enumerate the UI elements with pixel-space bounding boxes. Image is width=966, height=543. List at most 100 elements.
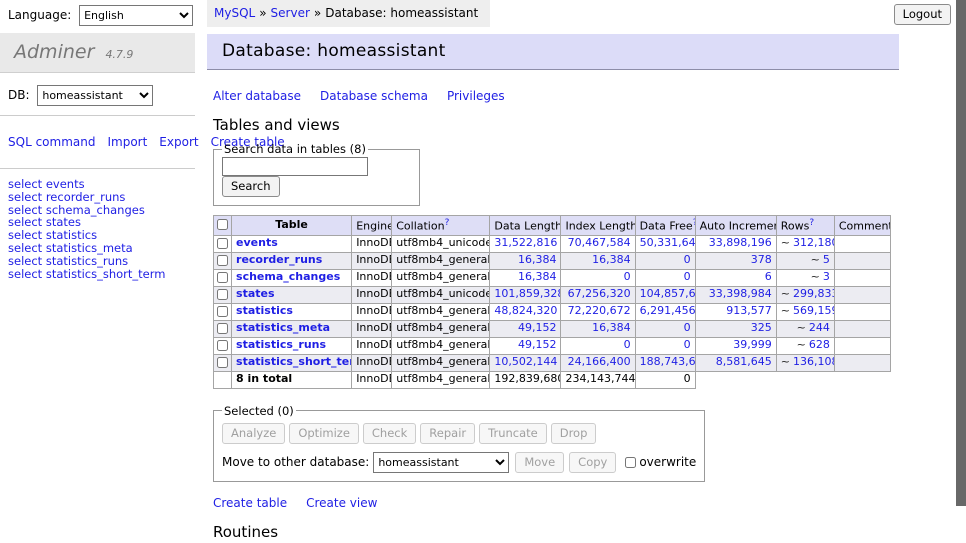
table-name-link[interactable]: states	[236, 287, 275, 300]
data-length-link[interactable]: 31,522,816	[494, 236, 557, 249]
index-length-link[interactable]: 70,467,584	[568, 236, 631, 249]
sidebar-action-export[interactable]: Export	[159, 135, 198, 149]
data-free-link[interactable]: 104,857,600	[640, 287, 696, 300]
row-checkbox[interactable]	[217, 255, 228, 266]
footer-link-create-table[interactable]: Create table	[213, 496, 287, 510]
rows-link[interactable]: 299,833	[793, 287, 834, 300]
db-link-database-schema[interactable]: Database schema	[320, 89, 428, 103]
scrollbar-thumb[interactable]	[956, 0, 966, 506]
auto-increment-link[interactable]: 33,398,984	[709, 287, 772, 300]
select-all-cell	[214, 216, 232, 236]
select-all-checkbox[interactable]	[217, 219, 228, 230]
breadcrumb-mysql-link[interactable]: MySQL	[214, 6, 255, 20]
auto-increment-link[interactable]: 913,577	[726, 304, 772, 317]
rows-link[interactable]: 136,108	[793, 355, 834, 368]
rows-link[interactable]: 312,180	[793, 236, 834, 249]
move-button[interactable]: Move	[515, 452, 564, 473]
logout-button[interactable]: Logout	[894, 4, 951, 25]
data-length-link[interactable]: 16,384	[518, 253, 557, 266]
row-checkbox[interactable]	[217, 306, 228, 317]
index-length-link[interactable]: 16,384	[592, 253, 631, 266]
table-name-link[interactable]: statistics_short_term	[236, 355, 352, 368]
sidebar-action-import[interactable]: Import	[107, 135, 147, 149]
data-free-link[interactable]: 0	[684, 253, 691, 266]
search-input[interactable]	[222, 157, 368, 176]
data-free-link[interactable]: 50,331,648	[640, 236, 696, 249]
index-length-link[interactable]: 72,220,672	[568, 304, 631, 317]
rows-link[interactable]: 628	[809, 338, 830, 351]
table-name-link[interactable]: statistics_meta	[236, 321, 330, 334]
table-name-link[interactable]: recorder_runs	[236, 253, 322, 266]
column-header-data-length: Data Length?	[490, 216, 561, 236]
search-button[interactable]: Search	[222, 176, 280, 197]
row-checkbox[interactable]	[217, 272, 228, 283]
repair-button[interactable]: Repair	[420, 423, 475, 444]
data-length-link[interactable]: 101,859,328	[494, 287, 561, 300]
index-length-link[interactable]: 0	[624, 270, 631, 283]
approx-tilde: ~	[797, 321, 806, 334]
sidebar-action-sql-command[interactable]: SQL command	[8, 135, 95, 149]
selected-buttons-row: AnalyzeOptimizeCheckRepairTruncateDrop	[222, 423, 696, 444]
row-checkbox[interactable]	[217, 340, 228, 351]
rows-link[interactable]: 3	[823, 270, 830, 283]
check-button[interactable]: Check	[363, 423, 416, 444]
data-length-link[interactable]: 49,152	[518, 338, 557, 351]
data-length-link[interactable]: 10,502,144	[494, 355, 557, 368]
rows-link[interactable]: 5	[823, 253, 830, 266]
sidebar-link-select-statistics-runs[interactable]: select statistics_runs	[8, 255, 195, 268]
comment-cell	[834, 235, 890, 252]
auto-increment-link[interactable]: 33,898,196	[709, 236, 772, 249]
footer-link-create-view[interactable]: Create view	[306, 496, 377, 510]
data-free-link[interactable]: 188,743,680	[640, 355, 696, 368]
db-link-privileges[interactable]: Privileges	[447, 89, 505, 103]
data-free-link[interactable]: 0	[684, 270, 691, 283]
rows-link[interactable]: 569,159	[793, 304, 834, 317]
breadcrumb-server-link[interactable]: Server	[271, 6, 310, 20]
move-db-select[interactable]: homeassistant	[373, 452, 509, 473]
row-checkbox[interactable]	[217, 357, 228, 368]
sidebar-link-select-statistics-meta[interactable]: select statistics_meta	[8, 242, 195, 255]
data-length-link[interactable]: 49,152	[518, 321, 557, 334]
data-length-cell: 31,522,816	[490, 235, 561, 252]
vertical-scrollbar[interactable]	[956, 0, 966, 543]
data-length-link[interactable]: 48,824,320	[494, 304, 557, 317]
index-length-link[interactable]: 16,384	[592, 321, 631, 334]
total-engine: InnoDB	[352, 371, 392, 388]
data-length-link[interactable]: 16,384	[518, 270, 557, 283]
data-free-link[interactable]: 6,291,456	[640, 304, 696, 317]
index-length-link[interactable]: 0	[624, 338, 631, 351]
data-free-link[interactable]: 0	[684, 338, 691, 351]
analyze-button[interactable]: Analyze	[222, 423, 285, 444]
optimize-button[interactable]: Optimize	[289, 423, 359, 444]
auto-increment-link[interactable]: 8,581,645	[716, 355, 772, 368]
row-checkbox[interactable]	[217, 238, 228, 249]
language-select[interactable]: English	[79, 5, 193, 26]
auto-increment-link[interactable]: 325	[751, 321, 772, 334]
copy-button[interactable]: Copy	[569, 452, 616, 473]
auto-increment-link[interactable]: 6	[765, 270, 772, 283]
auto-increment-link[interactable]: 39,999	[733, 338, 772, 351]
rows-link[interactable]: 244	[809, 321, 830, 334]
index-length-link[interactable]: 24,166,400	[568, 355, 631, 368]
table-name-link[interactable]: statistics_runs	[236, 338, 326, 351]
truncate-button[interactable]: Truncate	[479, 423, 547, 444]
sidebar-link-select-events[interactable]: select events	[8, 178, 195, 191]
sidebar-link-select-statistics-short-term[interactable]: select statistics_short_term	[8, 268, 195, 281]
column-header-data-free: Data Free?	[635, 216, 695, 236]
help-link[interactable]: ?	[809, 218, 814, 228]
sidebar-link-select-recorder-runs[interactable]: select recorder_runs	[8, 191, 195, 204]
row-checkbox[interactable]	[217, 289, 228, 300]
table-name-link[interactable]: events	[236, 236, 278, 249]
data-free-link[interactable]: 0	[684, 321, 691, 334]
row-checkbox[interactable]	[217, 323, 228, 334]
db-link-alter-database[interactable]: Alter database	[213, 89, 301, 103]
overwrite-checkbox[interactable]	[625, 457, 636, 468]
db-select[interactable]: homeassistant	[37, 85, 153, 106]
help-link[interactable]: ?	[445, 218, 450, 228]
table-name-link[interactable]: statistics	[236, 304, 293, 317]
drop-button[interactable]: Drop	[551, 423, 597, 444]
overwrite-label: overwrite	[639, 455, 696, 469]
table-name-link[interactable]: schema_changes	[236, 270, 340, 283]
index-length-link[interactable]: 67,256,320	[568, 287, 631, 300]
auto-increment-link[interactable]: 378	[751, 253, 772, 266]
